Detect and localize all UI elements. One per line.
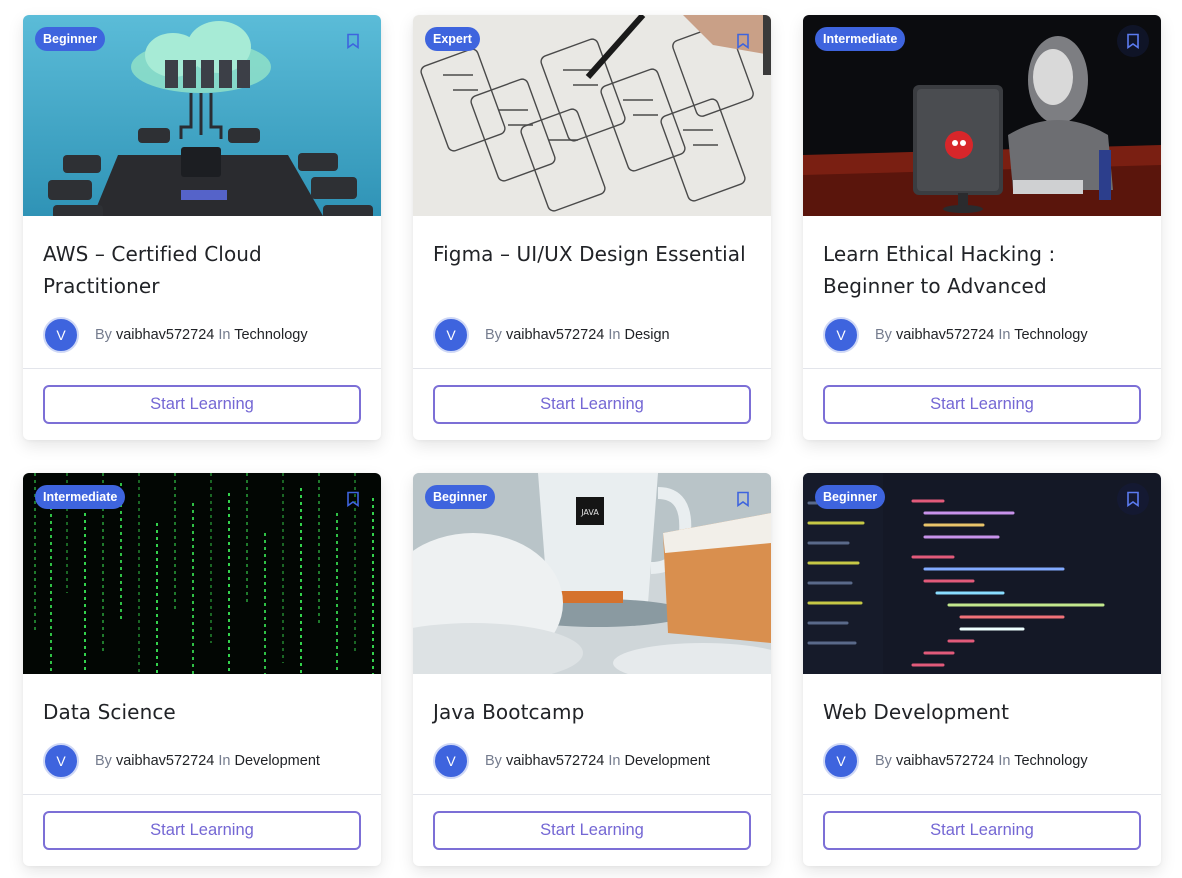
level-badge: Intermediate: [815, 27, 906, 51]
course-card: Beginner Web Development V By vaibhav572…: [803, 473, 1161, 866]
avatar[interactable]: V: [823, 742, 859, 779]
avatar[interactable]: V: [823, 316, 859, 353]
bookmark-icon[interactable]: [727, 25, 759, 57]
wireframe-sketch-image[interactable]: Expert: [413, 15, 771, 216]
author-link[interactable]: vaibhav572724: [896, 327, 994, 343]
author-link[interactable]: vaibhav572724: [506, 753, 604, 769]
course-card: JAVA Beginner Java Bootcamp V By vaibhav…: [413, 473, 771, 866]
category-link[interactable]: Technology: [1014, 753, 1087, 769]
in-label: In: [998, 326, 1011, 343]
in-label: In: [218, 326, 231, 343]
in-label: In: [998, 752, 1011, 769]
start-learning-button[interactable]: Start Learning: [43, 811, 361, 850]
level-badge: Expert: [425, 27, 480, 51]
by-label: By: [95, 752, 112, 769]
author-link[interactable]: vaibhav572724: [116, 327, 214, 343]
level-badge: Intermediate: [35, 485, 126, 509]
category-link[interactable]: Development: [234, 753, 319, 769]
start-learning-button[interactable]: Start Learning: [433, 811, 751, 850]
avatar[interactable]: V: [433, 316, 469, 353]
hacker-computer-image[interactable]: Intermediate: [803, 15, 1161, 216]
level-badge: Beginner: [425, 485, 496, 509]
code-editor-image[interactable]: Beginner: [803, 473, 1161, 674]
byline: By vaibhav572724 In Development: [95, 753, 320, 769]
in-label: In: [608, 326, 621, 343]
category-link[interactable]: Technology: [234, 327, 307, 343]
category-link[interactable]: Technology: [1014, 327, 1087, 343]
course-title[interactable]: Data Science: [43, 696, 361, 728]
course-card: Intermediate Learn Ethical Hacking : Beg…: [803, 15, 1161, 440]
matrix-code-image[interactable]: Intermediate: [23, 473, 381, 674]
start-learning-button[interactable]: Start Learning: [43, 385, 361, 424]
java-coffee-image[interactable]: JAVA Beginner: [413, 473, 771, 674]
card-footer: Start Learning: [413, 368, 771, 440]
course-card: Intermediate Data Science V By vaibhav57…: [23, 473, 381, 866]
course-title[interactable]: Figma – UI/UX Design Essential: [433, 238, 751, 302]
byline: By vaibhav572724 In Technology: [875, 753, 1088, 769]
by-label: By: [485, 752, 502, 769]
avatar[interactable]: V: [43, 316, 79, 353]
course-meta: V By vaibhav572724 In Technology: [43, 316, 361, 353]
bookmark-icon[interactable]: [1117, 483, 1149, 515]
bookmark-icon[interactable]: [337, 25, 369, 57]
author-link[interactable]: vaibhav572724: [506, 327, 604, 343]
mug-java-label: JAVA: [580, 508, 599, 517]
avatar[interactable]: V: [433, 742, 469, 779]
by-label: By: [875, 752, 892, 769]
category-link[interactable]: Design: [624, 327, 669, 343]
course-meta: V By vaibhav572724 In Technology: [823, 742, 1141, 779]
course-title[interactable]: Java Bootcamp: [433, 696, 751, 728]
course-meta: V By vaibhav572724 In Design: [433, 316, 751, 353]
by-label: By: [875, 326, 892, 343]
bookmark-icon[interactable]: [727, 483, 759, 515]
author-link[interactable]: vaibhav572724: [116, 753, 214, 769]
course-meta: V By vaibhav572724 In Development: [43, 742, 361, 779]
author-link[interactable]: vaibhav572724: [896, 753, 994, 769]
bookmark-icon[interactable]: [337, 483, 369, 515]
cloud-servers-image[interactable]: Beginner: [23, 15, 381, 216]
start-learning-button[interactable]: Start Learning: [823, 385, 1141, 424]
byline: By vaibhav572724 In Development: [485, 753, 710, 769]
course-card: Expert Figma – UI/UX Design Essential V …: [413, 15, 771, 440]
start-learning-button[interactable]: Start Learning: [823, 811, 1141, 850]
card-footer: Start Learning: [413, 794, 771, 866]
course-title[interactable]: AWS – Certified Cloud Practitioner: [43, 238, 361, 302]
start-learning-button[interactable]: Start Learning: [433, 385, 751, 424]
in-label: In: [608, 752, 621, 769]
card-footer: Start Learning: [803, 794, 1161, 866]
course-grid: Beginner AWS – Certified Cloud Practitio…: [23, 15, 1161, 866]
course-meta: V By vaibhav572724 In Technology: [823, 316, 1141, 353]
bookmark-icon[interactable]: [1117, 25, 1149, 57]
by-label: By: [95, 326, 112, 343]
level-badge: Beginner: [35, 27, 106, 51]
course-card: Beginner AWS – Certified Cloud Practitio…: [23, 15, 381, 440]
category-link[interactable]: Development: [624, 753, 709, 769]
in-label: In: [218, 752, 231, 769]
course-title[interactable]: Web Development: [823, 696, 1141, 728]
card-footer: Start Learning: [23, 794, 381, 866]
by-label: By: [485, 326, 502, 343]
card-footer: Start Learning: [23, 368, 381, 440]
byline: By vaibhav572724 In Technology: [95, 327, 308, 343]
byline: By vaibhav572724 In Design: [485, 327, 670, 343]
card-footer: Start Learning: [803, 368, 1161, 440]
course-title[interactable]: Learn Ethical Hacking : Beginner to Adva…: [823, 238, 1141, 302]
level-badge: Beginner: [815, 485, 886, 509]
byline: By vaibhav572724 In Technology: [875, 327, 1088, 343]
course-meta: V By vaibhav572724 In Development: [433, 742, 751, 779]
avatar[interactable]: V: [43, 742, 79, 779]
